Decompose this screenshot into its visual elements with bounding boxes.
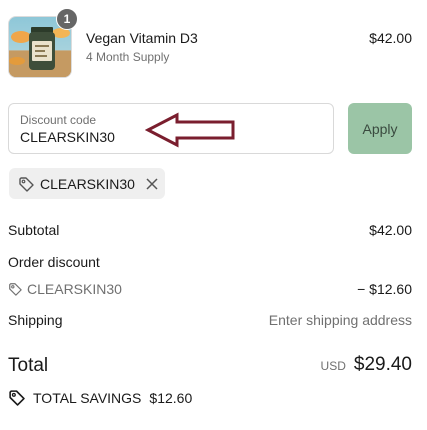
subtotal-row: Subtotal $42.00 — [8, 222, 412, 238]
cart-line-item: 1 Vegan Vitamin D3 4 Month Supply $42.00 — [8, 8, 412, 78]
shipping-row: Shipping Enter shipping address — [8, 312, 412, 328]
close-icon[interactable] — [145, 177, 159, 191]
quantity-badge: 1 — [56, 8, 78, 30]
subtotal-label: Subtotal — [8, 222, 60, 238]
applied-discount-chip: CLEARSKIN30 — [9, 168, 165, 199]
product-variant: 4 Month Supply — [86, 50, 170, 64]
order-discount-row: Order discount — [8, 254, 412, 270]
discount-code-row: CLEARSKIN30 − $12.60 — [8, 281, 412, 297]
applied-code-text: CLEARSKIN30 — [40, 175, 135, 192]
currency-code: USD — [320, 359, 346, 373]
shipping-label: Shipping — [8, 312, 63, 328]
subtotal-value: $42.00 — [369, 222, 412, 238]
savings-value: $12.60 — [149, 389, 193, 406]
total-value: $29.40 — [353, 354, 412, 375]
product-price: $42.00 — [369, 30, 412, 46]
tag-icon — [9, 390, 25, 406]
discount-code-name: CLEARSKIN30 — [27, 281, 122, 297]
total-amount: USD $29.40 — [321, 354, 412, 376]
total-savings: TOTAL SAVINGS $12.60 — [8, 389, 192, 406]
arrow-annotation — [145, 112, 235, 148]
tag-icon — [19, 176, 34, 192]
tag-icon — [9, 283, 22, 296]
product-name: Vegan Vitamin D3 — [86, 30, 198, 46]
savings-label: TOTAL SAVINGS — [33, 389, 142, 406]
discount-value: − $12.60 — [357, 281, 412, 297]
apply-button[interactable]: Apply — [348, 103, 412, 154]
shipping-value: Enter shipping address — [268, 312, 412, 328]
order-discount-label: Order discount — [8, 254, 100, 270]
discount-code-label: Discount code — [20, 113, 97, 127]
discount-code-input[interactable]: CLEARSKIN30 — [20, 129, 115, 145]
total-label: Total — [8, 355, 49, 376]
